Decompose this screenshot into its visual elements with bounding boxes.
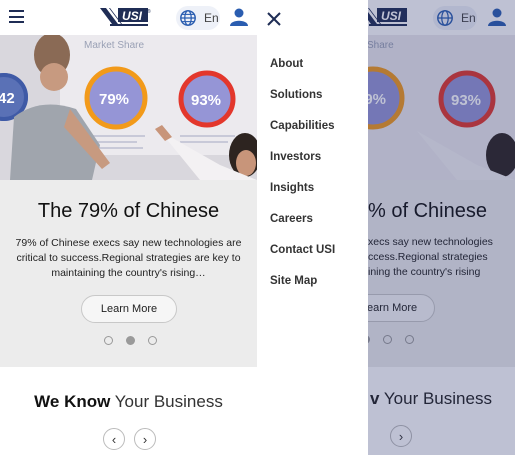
next-arrow-button[interactable]: ›	[134, 428, 156, 450]
menu-open-view: USI En Share 79% 93% % of Chinese xecs s…	[257, 0, 515, 455]
stat-left: 42	[0, 90, 15, 107]
menu-item-about[interactable]: About	[270, 57, 335, 88]
stat-right: 93%	[191, 92, 221, 109]
site-header: USI ® En	[0, 0, 257, 35]
slide-description: 79% of Chinese execs say new technologie…	[15, 237, 242, 279]
menu-item-contact[interactable]: Contact USI	[270, 243, 335, 274]
hero-image: Market Share 42 79% 93%	[0, 35, 257, 180]
section-title: We Know Your Business	[0, 392, 257, 412]
user-icon[interactable]	[229, 7, 249, 27]
svg-text:USI: USI	[122, 9, 143, 23]
menu-item-investors[interactable]: Investors	[270, 150, 335, 181]
chevron-right-icon: ›	[142, 431, 148, 447]
slide-title: The 79% of Chinese	[37, 200, 220, 222]
svg-text:®: ®	[147, 8, 151, 15]
board-title: Market Share	[84, 40, 144, 51]
hamburger-icon[interactable]	[9, 10, 24, 23]
section-title-rest: Your Business	[114, 392, 223, 411]
section-title-bold: We Know	[34, 392, 111, 411]
carousel-dot-3[interactable]	[148, 336, 157, 345]
carousel-dots	[104, 336, 157, 346]
carousel-dot-2[interactable]	[126, 336, 135, 345]
carousel-dot-1[interactable]	[104, 336, 113, 345]
prev-arrow-button[interactable]: ‹	[103, 428, 125, 450]
language-label: En	[204, 11, 219, 25]
menu-list: About Solutions Capabilities Investors I…	[270, 57, 335, 305]
menu-item-solutions[interactable]: Solutions	[270, 88, 335, 119]
menu-item-capabilities[interactable]: Capabilities	[270, 119, 335, 150]
usi-logo[interactable]: USI ®	[100, 6, 152, 28]
menu-item-insights[interactable]: Insights	[270, 181, 335, 212]
learn-more-button[interactable]: Learn More	[81, 295, 177, 323]
we-know-section: We Know Your Business ‹ ›	[0, 367, 257, 455]
page-view: USI ® En Market Share 42 79% 93% The 79%…	[0, 0, 257, 455]
side-menu: About Solutions Capabilities Investors I…	[257, 0, 368, 455]
globe-icon	[180, 10, 196, 26]
menu-item-careers[interactable]: Careers	[270, 212, 335, 243]
menu-item-sitemap[interactable]: Site Map	[270, 274, 335, 305]
language-selector[interactable]: En	[176, 6, 220, 30]
stat-center: 79%	[99, 91, 129, 108]
close-icon[interactable]	[267, 12, 281, 26]
chevron-left-icon: ‹	[111, 431, 117, 447]
